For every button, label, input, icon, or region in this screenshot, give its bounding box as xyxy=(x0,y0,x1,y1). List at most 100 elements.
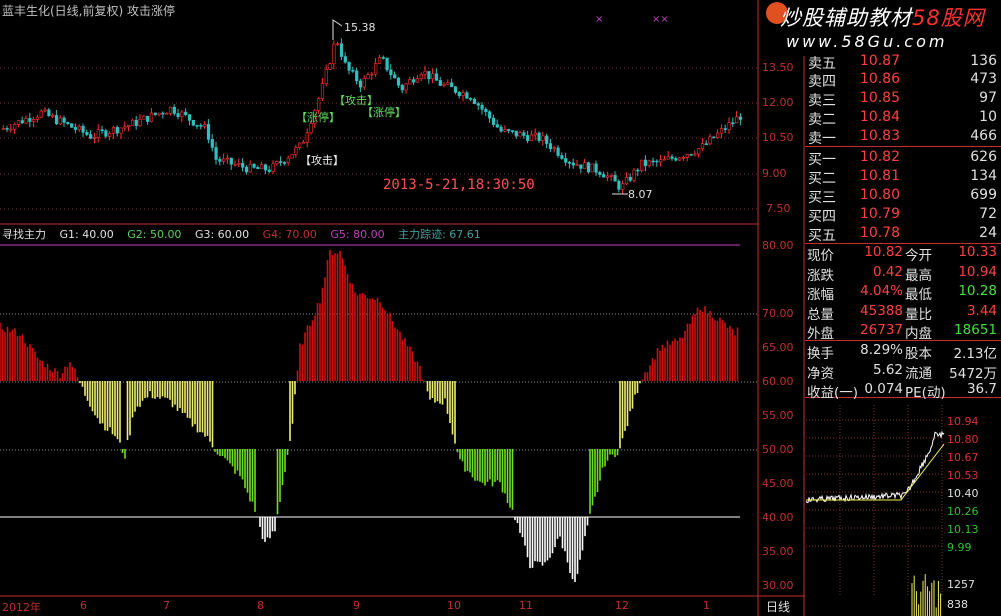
price-tick: 7.50 xyxy=(766,202,791,215)
candle-body xyxy=(176,113,180,117)
high-price-label: 15.38 xyxy=(344,21,376,34)
candle-body xyxy=(499,126,503,132)
candle-body xyxy=(632,169,636,181)
watermark-logo: 炒股辅助教材58股网 www.58Gu.com xyxy=(766,0,1001,56)
quote-value: 0.42 xyxy=(872,263,903,280)
candle-body xyxy=(153,112,157,115)
candle-body xyxy=(427,71,431,80)
order-buy-3[interactable]: 买三 10.80 699 xyxy=(805,187,1001,207)
candle-body xyxy=(58,117,62,125)
order-sell-1[interactable]: 卖一 10.83 466 xyxy=(805,128,1001,148)
g1-value: G1: 40.00 xyxy=(59,228,114,241)
candle-body xyxy=(583,162,587,169)
order-sell-3[interactable]: 卖三 10.85 97 xyxy=(805,90,1001,110)
candle-body xyxy=(70,123,74,128)
candle-body xyxy=(503,129,507,132)
candle-body xyxy=(647,160,651,166)
candle-body xyxy=(138,118,142,126)
order-buy-2[interactable]: 买二 10.81 134 xyxy=(805,168,1001,188)
candle-body xyxy=(662,158,667,161)
candle-body xyxy=(472,99,477,104)
quote-value: 5472万 xyxy=(949,365,997,382)
candle-body xyxy=(457,92,461,96)
candle-body xyxy=(552,147,556,150)
order-sell-4[interactable]: 卖四 10.86 473 xyxy=(805,71,1001,91)
watermark-brand: 58股网 xyxy=(912,6,985,30)
candle-body xyxy=(564,158,568,163)
g2-value: G2: 50.00 xyxy=(127,228,182,241)
candle-body xyxy=(92,137,97,139)
candle-body xyxy=(723,128,727,130)
candle-body xyxy=(355,70,359,82)
candle-body xyxy=(157,112,161,115)
candle-body xyxy=(450,82,454,88)
candle-body xyxy=(351,69,355,72)
candle-body xyxy=(495,124,499,128)
svg-text:×: × xyxy=(595,14,603,25)
order-sell-5[interactable]: 卖五 10.87 136 xyxy=(805,53,1001,73)
candle-body xyxy=(328,63,332,70)
quote-label: 外盘 xyxy=(807,326,834,342)
candle-body xyxy=(735,116,739,124)
candle-body xyxy=(442,84,446,86)
candle-body xyxy=(678,157,682,161)
candle-body xyxy=(605,175,610,178)
candle-body xyxy=(51,115,55,117)
ind-tick: 70.00 xyxy=(762,307,794,320)
candle-body xyxy=(73,127,78,130)
candle-body xyxy=(1,128,5,130)
order-sell-2[interactable]: 卖二 10.84 10 xyxy=(805,109,1001,129)
candle-body xyxy=(5,128,9,130)
order-buy-4[interactable]: 买四 10.79 72 xyxy=(805,206,1001,226)
x-label: 1 xyxy=(703,599,710,612)
candle-body xyxy=(343,56,347,63)
quote-row: 总量 45388 量比 3.44 xyxy=(805,303,1001,323)
mini-tick: 10.80 xyxy=(947,433,979,446)
candle-body xyxy=(89,134,93,139)
price-tick: 12.00 xyxy=(762,96,794,109)
candle-body xyxy=(210,139,214,148)
candle-body xyxy=(161,112,165,115)
order-buy-1[interactable]: 买一 10.82 626 xyxy=(805,149,1001,169)
candle-body xyxy=(484,108,488,113)
candle-body xyxy=(659,159,663,163)
candle-body xyxy=(651,160,655,163)
candle-body xyxy=(590,163,594,173)
candle-body xyxy=(586,162,591,173)
candle-body xyxy=(225,157,230,160)
candle-body xyxy=(32,119,36,122)
candle-body xyxy=(670,156,674,159)
x-label: 10 xyxy=(447,599,461,612)
quote-label: 涨幅 xyxy=(807,287,834,303)
candle-body xyxy=(571,162,575,166)
candle-body xyxy=(298,142,302,148)
candle-body xyxy=(301,141,306,144)
candle-body xyxy=(469,98,473,100)
mini-tick: 10.40 xyxy=(947,487,979,500)
candle-body xyxy=(191,119,195,126)
candle-body xyxy=(13,124,17,130)
candle-body xyxy=(594,163,598,173)
candle-body xyxy=(104,130,108,137)
candle-body xyxy=(16,120,21,125)
high-marker xyxy=(332,19,343,40)
candle-body xyxy=(96,129,100,138)
candle-body xyxy=(556,147,560,156)
quote-value: 26737 xyxy=(860,322,903,338)
mini-tick: 10.67 xyxy=(947,451,979,464)
candle-body xyxy=(172,106,176,114)
period-tab[interactable]: 日线 xyxy=(766,598,790,615)
quote-value: 10.28 xyxy=(958,283,997,299)
candle-body xyxy=(195,124,199,127)
candle-body xyxy=(119,127,123,134)
quote-value: 2.13亿 xyxy=(953,346,997,362)
order-buy-5[interactable]: 买五 10.78 24 xyxy=(805,225,1001,245)
candle-body xyxy=(438,80,442,86)
candle-body xyxy=(377,57,382,64)
candle-body xyxy=(85,132,89,135)
candle-body xyxy=(241,163,245,168)
candle-body xyxy=(408,79,412,85)
candle-body xyxy=(476,103,480,106)
quote-row: 现价 10.82 今开 10.33 xyxy=(805,244,1001,264)
window-title: 蓝丰生化(日线,前复权) 攻击涨停 xyxy=(2,4,175,18)
